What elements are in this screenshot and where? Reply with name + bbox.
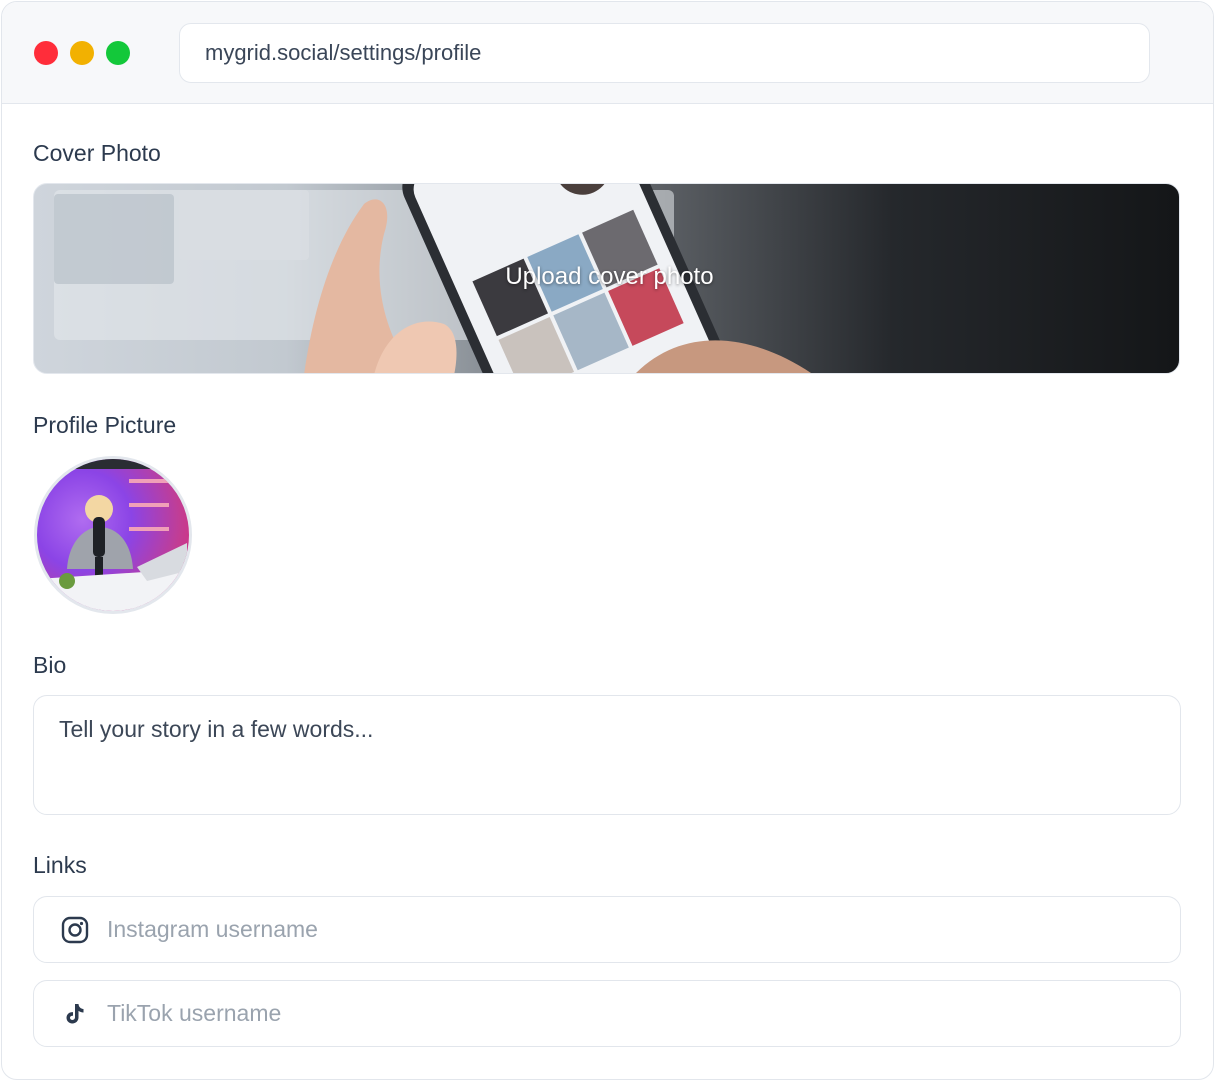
instagram-icon: [60, 915, 90, 945]
bio-label: Bio: [33, 652, 67, 678]
tiktok-username-field[interactable]: [33, 980, 1181, 1047]
links-label: Links: [33, 852, 87, 878]
close-window-button[interactable]: [34, 41, 58, 65]
instagram-username-input[interactable]: [107, 916, 1107, 943]
browser-titlebar: mygrid.social/settings/profile: [2, 2, 1213, 104]
minimize-window-button[interactable]: [70, 41, 94, 65]
profile-picture-image: [37, 459, 189, 611]
tiktok-icon: [60, 999, 90, 1029]
cover-photo-label: Cover Photo: [33, 140, 161, 166]
instagram-username-field[interactable]: [33, 896, 1181, 963]
profile-picture-upload[interactable]: [34, 456, 192, 614]
upload-cover-photo-text: Upload cover photo: [505, 262, 714, 290]
address-bar[interactable]: mygrid.social/settings/profile: [179, 23, 1150, 83]
url-text: mygrid.social/settings/profile: [205, 40, 482, 65]
profile-picture-label: Profile Picture: [33, 412, 177, 438]
cover-photo-upload[interactable]: Upload cover photo: [33, 183, 1180, 374]
maximize-window-button[interactable]: [106, 41, 130, 65]
tiktok-username-input[interactable]: [107, 1000, 1107, 1027]
bio-textarea[interactable]: [33, 695, 1181, 815]
